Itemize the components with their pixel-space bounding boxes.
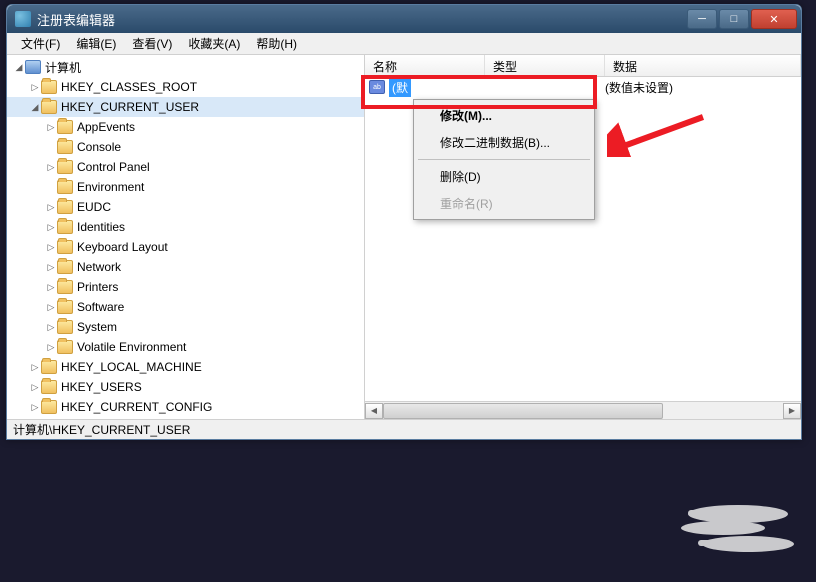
statusbar: 计算机\HKEY_CURRENT_USER — [7, 419, 801, 439]
titlebar[interactable]: 注册表编辑器 ─ □ ✕ — [7, 5, 801, 33]
annotation-arrow-icon — [607, 113, 707, 157]
folder-icon — [57, 320, 73, 334]
horizontal-scrollbar[interactable]: ◀ ▶ — [365, 401, 801, 419]
tree-node[interactable]: ▷EUDC — [7, 197, 364, 217]
scroll-right-icon[interactable]: ▶ — [783, 403, 801, 419]
scroll-left-icon[interactable]: ◀ — [365, 403, 383, 419]
tree-node[interactable]: ▷Software — [7, 297, 364, 317]
expand-icon[interactable]: ▷ — [29, 82, 41, 93]
expand-icon[interactable]: ▷ — [45, 222, 57, 233]
folder-icon — [41, 380, 57, 394]
folder-icon — [41, 400, 57, 414]
folder-icon — [41, 360, 57, 374]
tree-node-hkcr[interactable]: ▷ HKEY_CLASSES_ROOT — [7, 77, 364, 97]
list-body[interactable]: ab (默 (数值未设置) 修改(M)... 修改二进制数据(B)... 删除(… — [365, 77, 801, 401]
expand-icon[interactable]: ▷ — [29, 362, 41, 373]
computer-icon — [25, 60, 41, 74]
scroll-thumb[interactable] — [383, 403, 663, 419]
expand-icon[interactable]: ▷ — [29, 402, 41, 413]
tree-panel[interactable]: ◢ 计算机 ▷ HKEY_CLASSES_ROOT ◢ HKEY_CURRENT… — [7, 55, 365, 419]
string-value-icon: ab — [369, 80, 385, 94]
maximize-button[interactable]: □ — [719, 9, 749, 29]
folder-icon — [57, 220, 73, 234]
tree-node-hklm[interactable]: ▷ HKEY_LOCAL_MACHINE — [7, 357, 364, 377]
close-button[interactable]: ✕ — [751, 9, 797, 29]
tree-node[interactable]: ▷Control Panel — [7, 157, 364, 177]
tree-node[interactable]: ▷Network — [7, 257, 364, 277]
tree-node[interactable]: ▷Keyboard Layout — [7, 237, 364, 257]
menu-file[interactable]: 文件(F) — [13, 32, 68, 55]
tree-node[interactable]: ▷System — [7, 317, 364, 337]
folder-icon — [41, 100, 57, 114]
value-name: (默 — [389, 78, 411, 97]
expand-icon[interactable]: ▷ — [45, 162, 57, 173]
value-data: (数值未设置) — [605, 79, 673, 96]
list-panel: 名称 类型 数据 ab (默 (数值未设置) 修改(M)... 修改二进制数据(… — [365, 55, 801, 419]
window-title: 注册表编辑器 — [37, 10, 687, 29]
tree-node-hkcu[interactable]: ◢ HKEY_CURRENT_USER — [7, 97, 364, 117]
menu-edit[interactable]: 编辑(E) — [68, 32, 124, 55]
expand-icon[interactable]: ▷ — [45, 302, 57, 313]
expand-icon[interactable]: ▷ — [45, 242, 57, 253]
folder-icon — [57, 140, 73, 154]
ctx-modify-binary[interactable]: 修改二进制数据(B)... — [416, 129, 592, 156]
context-menu: 修改(M)... 修改二进制数据(B)... 删除(D) 重命名(R) — [413, 99, 595, 220]
scroll-track[interactable] — [383, 403, 783, 419]
expand-icon[interactable]: ▷ — [29, 382, 41, 393]
menu-view[interactable]: 查看(V) — [124, 32, 180, 55]
tree-node-computer[interactable]: ◢ 计算机 — [7, 57, 364, 77]
folder-icon — [57, 340, 73, 354]
column-type[interactable]: 类型 — [485, 55, 605, 76]
column-data[interactable]: 数据 — [605, 55, 801, 76]
list-header: 名称 类型 数据 — [365, 55, 801, 77]
ctx-modify[interactable]: 修改(M)... — [416, 102, 592, 129]
folder-icon — [57, 200, 73, 214]
value-row-default[interactable]: ab (默 (数值未设置) — [365, 77, 801, 97]
tree-node[interactable]: ▷Printers — [7, 277, 364, 297]
tree-node[interactable]: ▷Volatile Environment — [7, 337, 364, 357]
expand-icon[interactable]: ▷ — [45, 322, 57, 333]
collapse-icon[interactable]: ◢ — [13, 62, 25, 73]
minimize-button[interactable]: ─ — [687, 9, 717, 29]
folder-icon — [57, 300, 73, 314]
folder-icon — [57, 260, 73, 274]
separator — [418, 159, 590, 160]
folder-icon — [57, 120, 73, 134]
column-name[interactable]: 名称 — [365, 55, 485, 76]
app-icon — [15, 11, 31, 27]
expand-icon[interactable]: ▷ — [45, 282, 57, 293]
expand-icon[interactable]: ▷ — [45, 122, 57, 133]
expand-icon[interactable]: ▷ — [45, 342, 57, 353]
tree-node[interactable]: ▷AppEvents — [7, 117, 364, 137]
background-decoration — [628, 496, 798, 566]
folder-icon — [41, 80, 57, 94]
tree-node[interactable]: ▷Console — [7, 137, 364, 157]
folder-icon — [57, 180, 73, 194]
ctx-rename: 重命名(R) — [416, 190, 592, 217]
tree-node[interactable]: ▷Environment — [7, 177, 364, 197]
menubar: 文件(F) 编辑(E) 查看(V) 收藏夹(A) 帮助(H) — [7, 33, 801, 55]
folder-icon — [57, 160, 73, 174]
status-path: 计算机\HKEY_CURRENT_USER — [13, 421, 190, 438]
tree-node-hkcc[interactable]: ▷ HKEY_CURRENT_CONFIG — [7, 397, 364, 417]
expand-icon[interactable]: ▷ — [45, 202, 57, 213]
ctx-delete[interactable]: 删除(D) — [416, 163, 592, 190]
menu-help[interactable]: 帮助(H) — [248, 32, 305, 55]
collapse-icon[interactable]: ◢ — [29, 102, 41, 113]
content: ◢ 计算机 ▷ HKEY_CLASSES_ROOT ◢ HKEY_CURRENT… — [7, 55, 801, 419]
regedit-window: 注册表编辑器 ─ □ ✕ 文件(F) 编辑(E) 查看(V) 收藏夹(A) 帮助… — [6, 4, 802, 440]
folder-icon — [57, 240, 73, 254]
window-controls: ─ □ ✕ — [687, 9, 797, 29]
tree-node[interactable]: ▷Identities — [7, 217, 364, 237]
menu-favorites[interactable]: 收藏夹(A) — [180, 32, 248, 55]
tree-node-hku[interactable]: ▷ HKEY_USERS — [7, 377, 364, 397]
expand-icon[interactable]: ▷ — [45, 262, 57, 273]
folder-icon — [57, 280, 73, 294]
